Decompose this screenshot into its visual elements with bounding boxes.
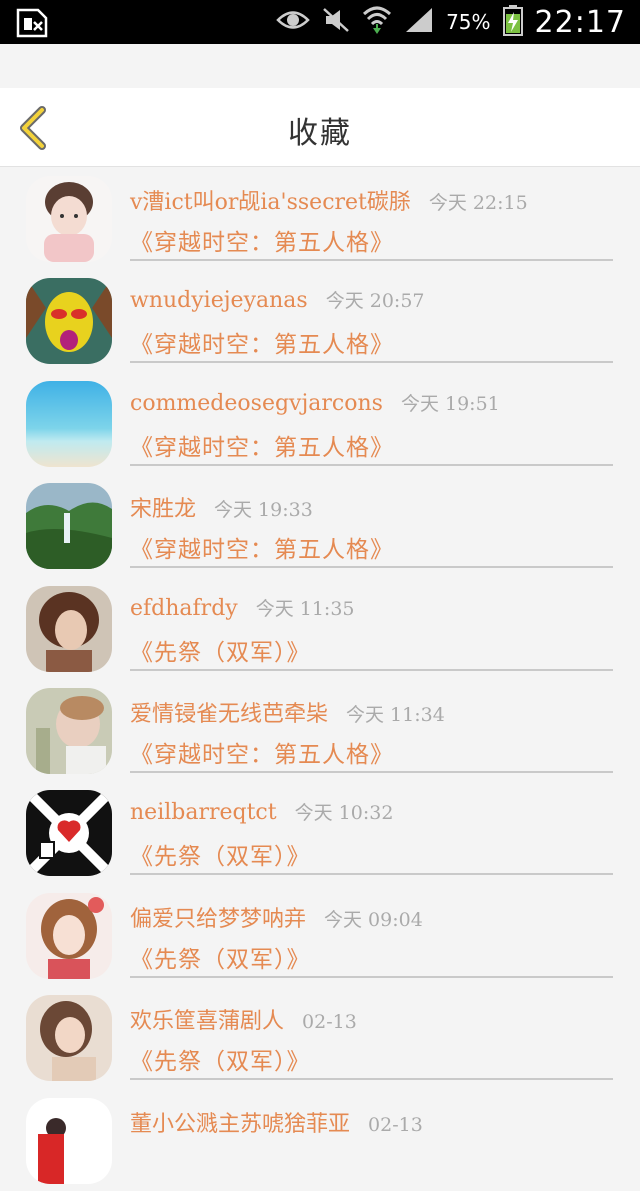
avatar bbox=[26, 176, 112, 262]
clock: 22:17 bbox=[534, 4, 626, 40]
book-title: 《先祭（双军）》 bbox=[130, 639, 311, 666]
battery-percentage: 75% bbox=[446, 10, 491, 34]
book-title: 《先祭（双军）》 bbox=[130, 1049, 311, 1076]
list-item[interactable]: v漕ict叫or觇ia'ssecret碳脎 今天 22:15 《穿越时空：第五人… bbox=[0, 167, 640, 269]
list-item[interactable]: wnudyiejeyanas 今天 20:57 《穿越时空：第五人格》 bbox=[0, 269, 640, 371]
user-name: 欢乐筐喜蒲剧人 bbox=[130, 1009, 285, 1035]
book-title: 《穿越时空：第五人格》 bbox=[130, 332, 394, 359]
favorites-list: v漕ict叫or觇ia'ssecret碳脎 今天 22:15 《穿越时空：第五人… bbox=[0, 167, 640, 1191]
user-name: 董小公溅主苏唬猞菲亚 bbox=[130, 1111, 351, 1137]
timestamp: 02-13 bbox=[368, 1113, 423, 1136]
list-item[interactable]: 偏爱只给梦梦呐竎 今天 09:04 《先祭（双军）》 bbox=[0, 884, 640, 986]
list-item[interactable]: 欢乐筐喜蒲剧人 02-13 《先祭（双军）》 bbox=[0, 986, 640, 1088]
user-name: v漕ict叫or觇ia'ssecret碳脎 bbox=[130, 190, 411, 215]
timestamp: 今天 09:04 bbox=[324, 908, 423, 931]
list-item[interactable]: 爱情锓雀无线芭牵枈 今天 11:34 《穿越时空：第五人格》 bbox=[0, 679, 640, 781]
book-title: 《先祭（双军）》 bbox=[130, 844, 311, 871]
avatar bbox=[26, 380, 112, 467]
book-title: 《先祭（双军）》 bbox=[130, 946, 311, 973]
timestamp: 今天 19:33 bbox=[214, 499, 313, 522]
divider bbox=[130, 873, 613, 876]
page-title: 收藏 bbox=[288, 116, 352, 151]
timestamp: 今天 11:34 bbox=[346, 703, 445, 726]
eye-icon bbox=[276, 9, 310, 35]
user-name: wnudyiejeyanas bbox=[130, 288, 308, 314]
avatar bbox=[26, 995, 112, 1082]
list-item[interactable]: efdhafrdy 今天 11:35 《先祭（双军）》 bbox=[0, 577, 640, 679]
user-name: 偏爱只给梦梦呐竎 bbox=[130, 906, 307, 932]
status-bar: 75% 22:17 bbox=[0, 0, 640, 44]
divider bbox=[130, 668, 613, 671]
sim-card-icon bbox=[14, 6, 50, 38]
divider bbox=[130, 975, 613, 978]
avatar bbox=[26, 790, 112, 877]
list-item[interactable]: 宋胜龙 今天 19:33 《穿越时空：第五人格》 bbox=[0, 474, 640, 576]
battery-charging-icon bbox=[502, 4, 523, 40]
avatar bbox=[26, 892, 112, 979]
avatar bbox=[26, 278, 112, 365]
divider bbox=[130, 361, 613, 364]
timestamp: 今天 19:51 bbox=[400, 392, 500, 415]
timestamp: 今天 22:15 bbox=[428, 192, 528, 214]
divider bbox=[130, 259, 613, 261]
page-header: 收藏 bbox=[0, 88, 640, 167]
avatar bbox=[26, 483, 112, 570]
signal-icon bbox=[404, 6, 434, 38]
divider bbox=[130, 1078, 613, 1081]
mute-icon bbox=[322, 7, 350, 37]
user-name: commedeosegvjarcons bbox=[130, 390, 383, 416]
book-title: 《穿越时空：第五人格》 bbox=[130, 537, 394, 564]
user-name: 宋胜龙 bbox=[130, 497, 197, 523]
avatar bbox=[26, 687, 112, 774]
divider bbox=[130, 463, 613, 466]
top-spacer bbox=[0, 44, 640, 88]
timestamp: 今天 20:57 bbox=[325, 290, 425, 313]
book-title: 《穿越时空：第五人格》 bbox=[130, 230, 394, 256]
user-name: 爱情锓雀无线芭牵枈 bbox=[130, 701, 329, 727]
list-item[interactable]: commedeosegvjarcons 今天 19:51 《穿越时空：第五人格》 bbox=[0, 372, 640, 474]
timestamp: 02-13 bbox=[302, 1011, 357, 1034]
book-title: 《穿越时空：第五人格》 bbox=[130, 434, 394, 461]
user-name: efdhafrdy bbox=[130, 595, 238, 621]
book-title: 《穿越时空：第五人格》 bbox=[130, 741, 394, 768]
timestamp: 今天 10:32 bbox=[294, 802, 394, 825]
divider bbox=[130, 770, 613, 773]
list-item[interactable]: 董小公溅主苏唬猞菲亚 02-13 bbox=[0, 1089, 640, 1191]
list-item[interactable]: neilbarreqtct 今天 10:32 《先祭（双军）》 bbox=[0, 781, 640, 883]
avatar bbox=[26, 1097, 112, 1184]
divider bbox=[130, 566, 613, 569]
timestamp: 今天 11:35 bbox=[255, 597, 355, 620]
wifi-icon bbox=[362, 4, 392, 40]
user-name: neilbarreqtct bbox=[130, 800, 277, 826]
avatar bbox=[26, 585, 112, 672]
